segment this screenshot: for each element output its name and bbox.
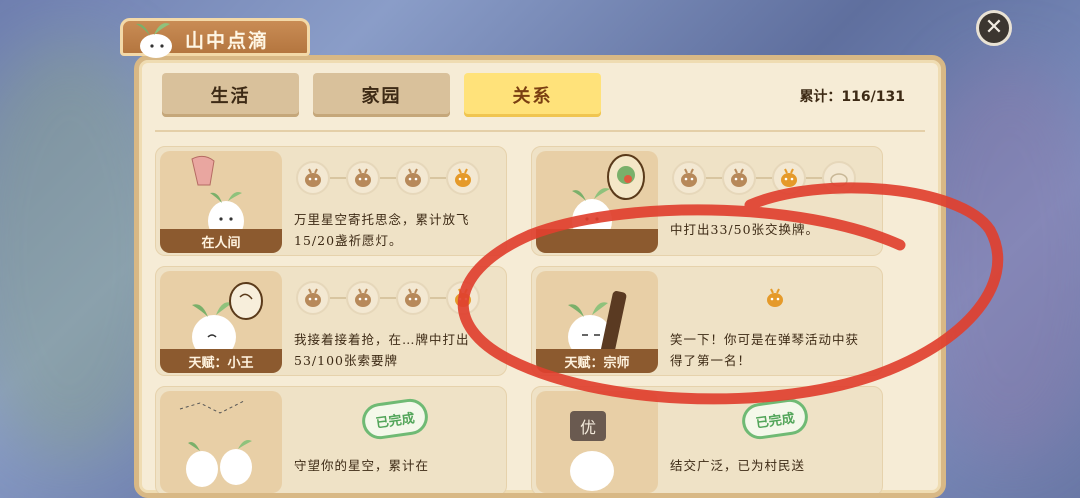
pip-gold-icon xyxy=(446,281,480,315)
tab-life[interactable]: 生活 xyxy=(162,73,299,117)
achievement-card[interactable]: 已完成 守望你的星空，累计在 xyxy=(155,386,507,493)
pip-done-icon xyxy=(296,281,330,315)
page-title: 山中点滴 xyxy=(185,30,270,52)
pip-connector xyxy=(430,177,446,179)
completed-stamp: 已完成 xyxy=(739,396,811,442)
pip-done-icon xyxy=(346,281,380,315)
achievement-description: 笑一下！你可是在弹琴活动中获得了第一名！ xyxy=(670,332,860,368)
pip-done-icon xyxy=(296,161,330,195)
pip-done-icon xyxy=(346,161,380,195)
completed-stamp: 已完成 xyxy=(359,396,431,442)
achievement-portrait: 在人间 xyxy=(160,151,282,253)
sign-text: 优 xyxy=(580,418,596,437)
achievement-title xyxy=(536,229,658,253)
journal-panel: 生活 家园 关系 累计：116/131 在人间 万里星空寄托思念，累计放飞15/… xyxy=(134,55,946,498)
divider xyxy=(155,130,925,132)
close-icon: ✕ xyxy=(984,15,1004,40)
achievement-card[interactable]: 天赋：小王 我接着接着抢，在…牌中打出53/100张索要牌 xyxy=(155,266,507,376)
achievement-description: 守望你的星空，累计在 xyxy=(294,458,430,473)
progress-pips xyxy=(758,281,792,315)
achievement-card[interactable]: 天赋：宗师 笑一下！你可是在弹琴活动中获得了第一名！ xyxy=(531,266,883,376)
stargazing-mascots-icon xyxy=(179,400,252,487)
pip-done-icon xyxy=(396,281,430,315)
pip-connector xyxy=(380,177,396,179)
pip-connector xyxy=(756,177,772,179)
progress-pips xyxy=(296,161,480,195)
tab-home[interactable]: 家园 xyxy=(313,73,450,117)
pip-done-icon xyxy=(672,161,706,195)
pip-gold-icon xyxy=(758,281,792,315)
pip-connector xyxy=(706,177,722,179)
category-tabs: 生活 家园 关系 xyxy=(162,73,601,117)
pip-connector xyxy=(430,297,446,299)
achievement-description: 我接着接着抢，在…牌中打出53/100张索要牌 xyxy=(294,332,470,368)
progress-pips xyxy=(672,161,856,195)
achievement-card[interactable]: 在人间 万里星空寄托思念，累计放飞15/20盏祈愿灯。 xyxy=(155,146,507,256)
pip-connector xyxy=(330,297,346,299)
pip-connector xyxy=(330,177,346,179)
pip-empty-icon xyxy=(822,161,856,195)
progress-pips xyxy=(296,281,480,315)
radish-mascot-icon xyxy=(136,23,172,58)
pip-done-icon xyxy=(722,161,756,195)
achievement-description: 结交广泛，已为村民送 xyxy=(670,458,806,473)
progress-counter: 累计：116/131 xyxy=(799,89,905,105)
achievement-portrait: 天赋：宗师 xyxy=(536,271,658,373)
achievement-description: 中打出33/50张交换牌。 xyxy=(670,222,820,237)
pip-gold-icon xyxy=(772,161,806,195)
pip-done-icon xyxy=(396,161,430,195)
pip-connector xyxy=(806,177,822,179)
achievement-description: 万里星空寄托思念，累计放飞15/20盏祈愿灯。 xyxy=(294,212,470,248)
sign-mascot-icon: 优 xyxy=(570,411,614,491)
achievement-portrait xyxy=(160,391,282,493)
achievement-card[interactable]: 中打出33/50张交换牌。 xyxy=(531,146,883,256)
achievement-portrait: 天赋：小王 xyxy=(160,271,282,373)
tab-relations[interactable]: 关系 xyxy=(464,73,601,117)
pip-connector xyxy=(380,297,396,299)
achievement-title: 天赋：宗师 xyxy=(536,349,658,373)
achievement-portrait: 优 xyxy=(536,391,658,493)
achievement-portrait xyxy=(536,151,658,253)
pip-gold-icon xyxy=(446,161,480,195)
close-button[interactable]: ✕ xyxy=(976,10,1012,46)
achievement-title: 天赋：小王 xyxy=(160,349,282,373)
achievement-card[interactable]: 优 已完成 结交广泛，已为村民送 xyxy=(531,386,883,493)
achievement-title: 在人间 xyxy=(160,229,282,253)
